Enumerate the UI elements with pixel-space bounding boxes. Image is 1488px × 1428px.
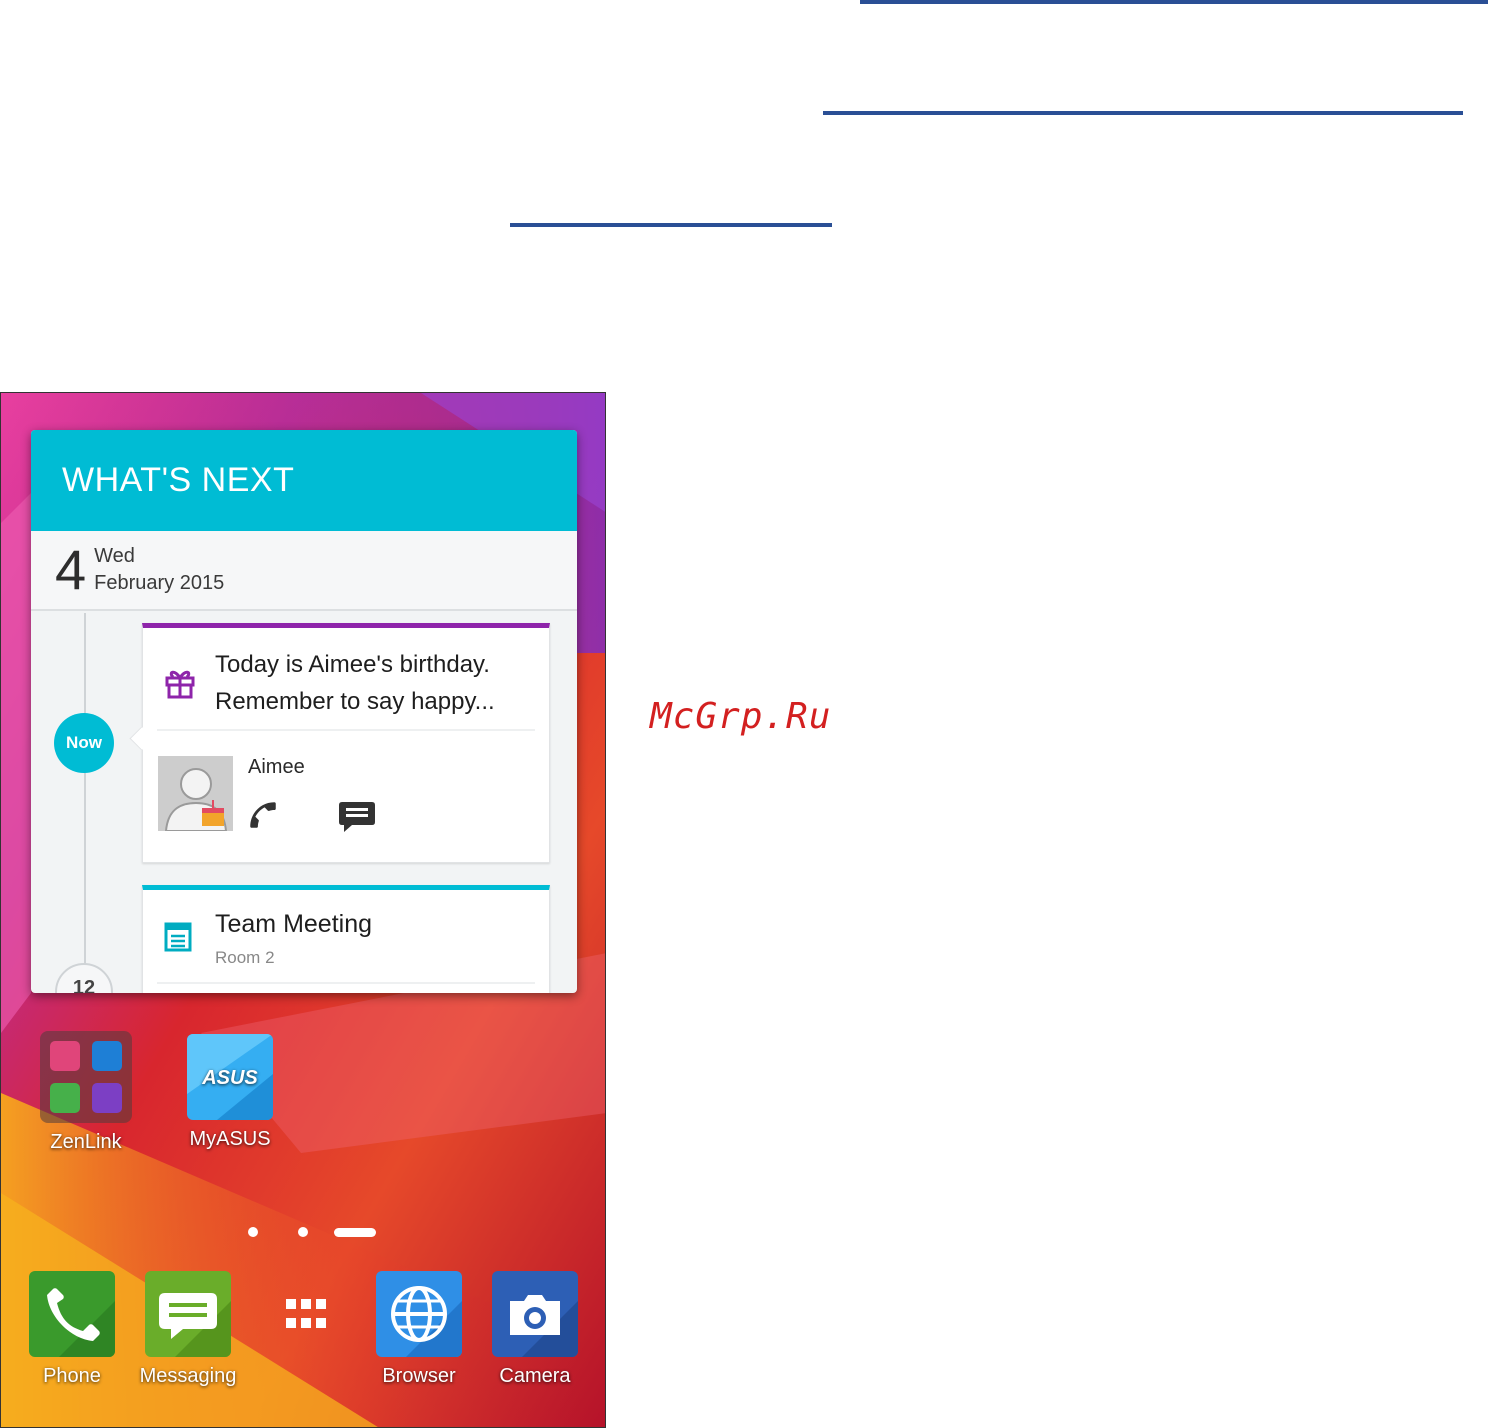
birthday-line-1: Today is Aimee's birthday. (215, 651, 490, 678)
messaging-app[interactable]: Messaging (135, 1271, 241, 1388)
page-dot[interactable] (248, 1227, 258, 1237)
widget-title: WHAT'S NEXT (62, 461, 295, 499)
header-rule-bottom (510, 223, 832, 227)
phone-icon (29, 1271, 115, 1357)
folder-icon (40, 1031, 132, 1123)
myasus-app[interactable]: ASUS MyASUS (177, 1034, 283, 1151)
camera-app[interactable]: Camera (482, 1271, 588, 1388)
app-drawer-icon (261, 1271, 347, 1357)
watermark: McGrp.Ru (650, 696, 832, 737)
card-pointer (129, 726, 154, 751)
browser-label: Browser (382, 1365, 456, 1387)
card-divider (157, 982, 535, 984)
myasus-label: MyASUS (189, 1128, 271, 1150)
contact-avatar (158, 756, 233, 831)
birthday-card[interactable]: Today is Aimee's birthday. Remember to s… (129, 623, 550, 863)
app-drawer-button[interactable] (251, 1271, 357, 1357)
gift-icon (165, 670, 195, 699)
header-rule-top (860, 0, 1488, 4)
zenlink-folder[interactable]: ZenLink (33, 1031, 139, 1154)
date-header: 4 Wed February 2015 (31, 531, 577, 611)
calendar-icon (164, 922, 192, 952)
messaging-icon (145, 1271, 231, 1357)
browser-app[interactable]: Browser (366, 1271, 472, 1388)
phone-screen: WHAT'S NEXT 4 Wed February 2015 Now 12 T… (0, 392, 606, 1428)
date-day: 4 (55, 538, 87, 601)
myasus-icon: ASUS (187, 1034, 273, 1120)
messaging-label: Messaging (139, 1365, 237, 1387)
contact-name: Aimee (248, 756, 305, 778)
card-divider (157, 729, 535, 731)
globe-icon (376, 1271, 462, 1357)
whats-next-widget[interactable]: WHAT'S NEXT 4 Wed February 2015 Now 12 T… (31, 430, 577, 993)
page-dot-active[interactable] (334, 1228, 376, 1237)
message-icon[interactable] (338, 798, 376, 834)
date-weekday: Wed (94, 545, 135, 567)
widget-header: WHAT'S NEXT (31, 430, 577, 531)
meeting-card[interactable]: Team Meeting Room 2 (142, 885, 550, 993)
now-badge: Now (54, 713, 114, 773)
camera-label: Camera (499, 1365, 571, 1387)
meeting-title: Team Meeting (215, 910, 373, 938)
header-rule-middle (823, 111, 1463, 115)
call-icon[interactable] (246, 798, 280, 832)
phone-label: Phone (43, 1365, 101, 1387)
time-badge: 12 (55, 963, 113, 993)
avatar-silhouette-icon (158, 756, 233, 831)
page-indicator (1, 1227, 605, 1241)
date-month-year: February 2015 (94, 572, 225, 594)
birthday-line-2: Remember to say happy... (215, 688, 495, 715)
zenlink-label: ZenLink (50, 1131, 122, 1153)
camera-icon (492, 1271, 578, 1357)
timeline-line (84, 613, 86, 993)
page-dot[interactable] (298, 1227, 308, 1237)
myasus-logo-text: ASUS (201, 1067, 258, 1089)
meeting-room: Room 2 (215, 948, 275, 967)
phone-app[interactable]: Phone (19, 1271, 125, 1388)
